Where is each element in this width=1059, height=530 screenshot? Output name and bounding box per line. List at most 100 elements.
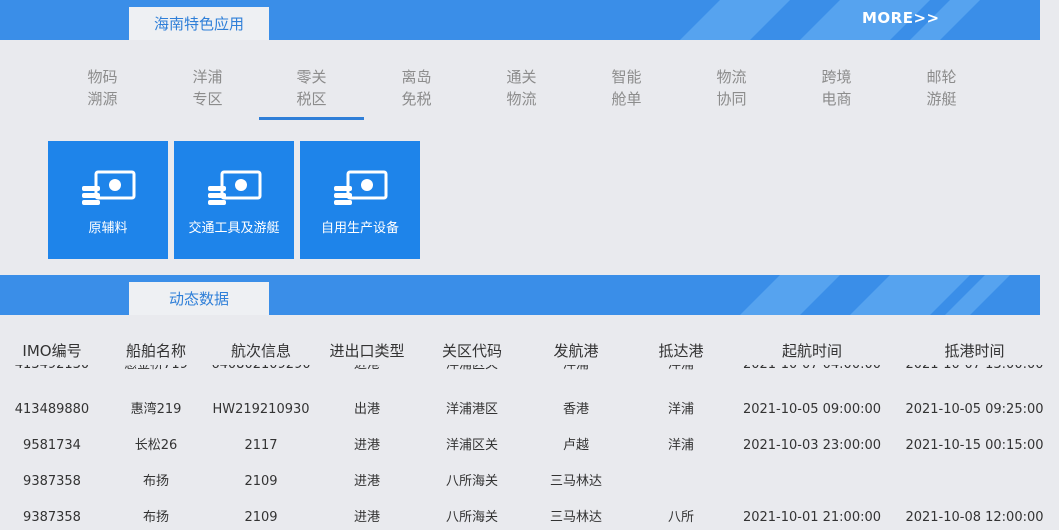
tile-label: 自用生产设备 — [320, 221, 399, 236]
subtab-label: 协同 — [716, 90, 747, 108]
subtab-item[interactable]: 智能 舱单 — [574, 66, 679, 120]
decor-stripe — [740, 275, 840, 315]
subtab-item[interactable]: 物码 溯源 — [50, 66, 155, 120]
cell-origin: 洋浦 — [524, 365, 628, 375]
subtab-label: 洋浦 — [192, 68, 223, 86]
subtab-label: 物流 — [716, 68, 747, 86]
tile-label: 交通工具及游艇 — [188, 221, 280, 236]
cell-type: 出港 — [353, 402, 380, 417]
cell-ship-name: 长松26 — [134, 438, 178, 453]
cell-departure: 2021-10-03 23:00:00 — [742, 438, 882, 453]
cell-ship-name: 惠湾219 — [130, 402, 182, 417]
cell-ship-name: 布扬 — [142, 510, 169, 525]
subtab-label: 物码 — [87, 68, 118, 86]
cell-origin: 三马林达 — [549, 474, 602, 489]
subtab-label: 游艇 — [926, 90, 957, 108]
cell-type: 进港 — [353, 510, 380, 525]
cell-customs: 八所海关 — [445, 474, 498, 489]
cell-customs: 洋浦区关 — [420, 365, 524, 375]
cell-departure: 2021-10-05 09:00:00 — [742, 402, 882, 417]
subtab-label: 智能 — [611, 68, 642, 86]
cell-voyage: 640802109290 — [208, 365, 314, 375]
subtab-item[interactable]: 通关 物流 — [469, 66, 574, 120]
subtab-label: 跨境 — [821, 68, 852, 86]
cell-imo: 413489880 — [14, 402, 90, 417]
subtab-item-active[interactable]: 零关 税区 — [259, 66, 364, 120]
cell-voyage: HW219210930 — [212, 402, 310, 417]
cell-imo: 9581734 — [23, 438, 81, 453]
column-header: IMO编号 — [22, 342, 82, 360]
cell-ship-name: 惠金桥719 — [104, 365, 208, 375]
tile-label: 原辅料 — [88, 221, 128, 236]
cell-destination: 洋浦 — [667, 402, 694, 417]
table-row[interactable]: 9581734 长松26 2117 进港 洋浦区关 卢越 洋浦 2021-10-… — [0, 436, 1059, 472]
table-header: IMO编号 船舶名称 航次信息 进出口类型 关区代码 发航港 抵达港 起航时间 … — [0, 340, 1059, 362]
money-icon — [82, 170, 136, 205]
subtab-item[interactable]: 物流 协同 — [679, 66, 784, 120]
subtab-label: 通关 — [506, 68, 537, 86]
subtab-item[interactable]: 跨境 电商 — [784, 66, 889, 120]
subtab-label: 专区 — [192, 90, 223, 108]
column-header: 进出口类型 — [329, 342, 405, 360]
cell-arrival: 2021-10-15 00:15:00 — [905, 438, 1044, 453]
subtab-label: 零关 — [296, 68, 327, 86]
tile-raw-materials[interactable]: 原辅料 — [48, 141, 168, 259]
cell-arrival: 2021-10-05 09:25:00 — [905, 402, 1044, 417]
cell-departure: 2021-10-01 21:00:00 — [742, 510, 882, 525]
subtab-label: 电商 — [821, 90, 852, 108]
cell-imo: 413492130 — [0, 365, 104, 375]
cell-voyage: 2109 — [244, 474, 278, 489]
table-row[interactable]: 413492130 惠金桥719 640802109290 进港 洋浦区关 洋浦… — [0, 365, 1059, 391]
subtab-item[interactable]: 洋浦 专区 — [155, 66, 260, 120]
money-icon — [334, 170, 388, 205]
column-header: 抵港时间 — [944, 342, 1005, 360]
table-row[interactable]: 9387358 布扬 2109 进港 八所海关 三马林达 八所 2021-10-… — [0, 508, 1059, 530]
money-icon — [208, 170, 262, 205]
decor-stripe — [680, 0, 790, 40]
subtab-label: 免税 — [401, 90, 432, 108]
cell-customs: 洋浦区关 — [445, 438, 498, 453]
subtab-label: 税区 — [296, 90, 327, 108]
subtab-item[interactable]: 离岛 免税 — [364, 66, 469, 120]
table-body: 413492130 惠金桥719 640802109290 进港 洋浦区关 洋浦… — [0, 365, 1059, 530]
cell-ship-name: 布扬 — [142, 474, 169, 489]
cell-type: 进港 — [353, 474, 380, 489]
cell-origin: 香港 — [562, 402, 589, 417]
section-tab-dynamic-data[interactable]: 动态数据 — [129, 282, 269, 315]
cell-voyage: 2109 — [244, 510, 278, 525]
table-row[interactable]: 413489880 惠湾219 HW219210930 出港 洋浦港区 香港 洋… — [0, 400, 1059, 436]
tile-vehicles-yachts[interactable]: 交通工具及游艇 — [174, 141, 294, 259]
section-header-band: 海南特色应用 MORE>> — [0, 0, 1040, 40]
cell-imo: 9387358 — [23, 474, 81, 489]
subtab-item[interactable]: 邮轮 游艇 — [889, 66, 994, 120]
section-header-band: 动态数据 — [0, 275, 1040, 315]
table-row[interactable]: 9387358 布扬 2109 进港 八所海关 三马林达 — [0, 472, 1059, 508]
section-tab-hainan-apps[interactable]: 海南特色应用 — [129, 7, 269, 40]
column-header: 航次信息 — [230, 342, 291, 360]
active-underline — [259, 117, 364, 120]
subtab-label: 溯源 — [87, 90, 118, 108]
tile-production-equipment[interactable]: 自用生产设备 — [300, 141, 420, 259]
subtab-label: 离岛 — [401, 68, 432, 86]
more-link[interactable]: MORE>> — [862, 9, 940, 27]
cell-customs: 八所海关 — [445, 510, 498, 525]
subtab-label: 舱单 — [611, 90, 642, 108]
subtab-label: 物流 — [506, 90, 537, 108]
subtab-bar: 物码 溯源 洋浦 专区 零关 税区 离岛 免税 通关 物流 智能 舱单 物流 协同 跨境 电商 … — [0, 66, 1059, 120]
cell-imo: 9387358 — [23, 510, 81, 525]
cell-voyage: 2117 — [244, 438, 278, 453]
cell-origin: 卢越 — [562, 438, 589, 453]
cell-origin: 三马林达 — [549, 510, 602, 525]
cell-type: 进港 — [314, 365, 420, 375]
column-header: 抵达港 — [658, 342, 704, 360]
column-header: 发航港 — [553, 342, 599, 360]
cell-type: 进港 — [353, 438, 380, 453]
column-header: 起航时间 — [781, 342, 842, 360]
cell-customs: 洋浦港区 — [445, 402, 498, 417]
column-header: 关区代码 — [441, 342, 502, 360]
subtab-label: 邮轮 — [926, 68, 957, 86]
cell-destination: 八所 — [667, 510, 694, 525]
cell-arrival: 2021-10-07 13:00:00 — [890, 365, 1059, 375]
cell-destination: 洋浦 — [667, 438, 694, 453]
cell-destination: 洋浦 — [628, 365, 734, 375]
